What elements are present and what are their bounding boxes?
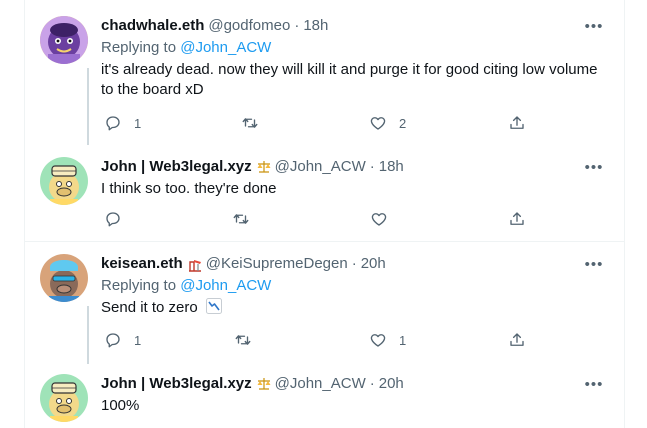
- separator-dot: ·: [369, 375, 375, 392]
- share-icon: [510, 333, 524, 346]
- retweet-icon: [233, 214, 249, 224]
- reply-button[interactable]: 1: [104, 114, 141, 132]
- timeline-right-border: [624, 0, 625, 428]
- avatar[interactable]: [40, 157, 88, 205]
- timestamp[interactable]: 20h: [361, 254, 386, 274]
- tweet-text: it's already dead. now they will kill it…: [101, 60, 604, 100]
- tweet-text-line: it's already dead. now they will kill it…: [101, 61, 598, 78]
- like-count: 2: [399, 115, 407, 131]
- display-name[interactable]: John | Web3legal.xyz: [101, 374, 252, 394]
- display-name[interactable]: chadwhale.eth: [101, 16, 204, 36]
- avatar[interactable]: [40, 254, 88, 302]
- timestamp[interactable]: 20h: [379, 374, 404, 394]
- chart-decreasing-icon: [205, 298, 222, 314]
- reply-count: 1: [134, 115, 142, 131]
- separator-dot: ·: [369, 158, 375, 175]
- separator-dot: ·: [351, 255, 357, 272]
- balance-scale-icon: [257, 161, 271, 173]
- retweet-button[interactable]: [232, 210, 262, 228]
- reply-count: 1: [134, 332, 142, 348]
- oil-pump-icon: [188, 260, 201, 272]
- display-name[interactable]: John | Web3legal.xyz: [101, 157, 252, 177]
- tweet-4[interactable]: John | Web3legal.xyz @John_ACW · 20h •••…: [24, 364, 624, 428]
- more-options-icon[interactable]: •••: [584, 254, 604, 274]
- replying-to: Replying to @John_ACW: [101, 38, 604, 58]
- tweet-actions: 1 2: [24, 114, 624, 134]
- more-options-icon[interactable]: •••: [584, 157, 604, 177]
- avatar[interactable]: [40, 16, 88, 64]
- tweet-header: keisean.eth @KeiSupremeDegen · 20h: [101, 254, 604, 274]
- tweet-text: Send it to zero: [101, 298, 604, 318]
- tweet-actions: [24, 210, 624, 230]
- tweet-3[interactable]: keisean.eth @KeiSupremeDegen · 20h ••• R…: [24, 242, 624, 364]
- tweet-actions: 1 1: [24, 331, 624, 351]
- retweet-button[interactable]: [234, 331, 264, 349]
- tweet-header: John | Web3legal.xyz @John_ACW · 20h: [101, 374, 604, 394]
- user-handle[interactable]: @John_ACW: [275, 374, 366, 394]
- cartoon-ape-avatar-icon: [40, 157, 88, 205]
- like-count: 1: [399, 332, 407, 348]
- user-handle[interactable]: @godfomeo: [208, 16, 290, 36]
- user-handle[interactable]: @KeiSupremeDegen: [206, 254, 348, 274]
- heart-icon: [370, 334, 386, 347]
- replying-to-label: Replying to: [101, 39, 181, 56]
- tweet-text-line: to the board xD: [101, 81, 204, 98]
- more-options-icon[interactable]: •••: [584, 374, 604, 394]
- cartoon-ape-avatar-icon: [40, 374, 88, 422]
- timestamp[interactable]: 18h: [303, 16, 328, 36]
- user-handle[interactable]: @John_ACW: [275, 157, 366, 177]
- retweet-button[interactable]: [241, 114, 271, 132]
- tweet-2[interactable]: John | Web3legal.xyz @John_ACW · 18h •••…: [24, 145, 624, 241]
- share-icon: [510, 116, 524, 129]
- more-options-icon[interactable]: •••: [584, 16, 604, 36]
- heart-icon: [371, 213, 387, 226]
- purple-character-avatar-icon: [40, 16, 88, 64]
- retweet-icon: [242, 118, 258, 128]
- share-button[interactable]: [508, 114, 526, 132]
- like-button[interactable]: 1: [369, 331, 406, 349]
- tweet-1[interactable]: chadwhale.eth @godfomeo · 18h ••• Replyi…: [24, 0, 624, 145]
- mention-link[interactable]: @John_ACW: [180, 277, 271, 294]
- reply-icon: [106, 116, 120, 131]
- tweet-header: John | Web3legal.xyz @John_ACW · 18h: [101, 157, 604, 177]
- timestamp[interactable]: 18h: [379, 157, 404, 177]
- share-button[interactable]: [508, 210, 526, 228]
- tweet-header: chadwhale.eth @godfomeo · 18h: [101, 16, 604, 36]
- tweet-text: I think so too. they're done: [101, 179, 604, 199]
- tweet-text-line: I think so too. they're done: [101, 180, 277, 197]
- avatar[interactable]: [40, 374, 88, 422]
- cartoon-ape-avatar-icon: [40, 254, 88, 302]
- reply-icon: [106, 333, 120, 348]
- like-button[interactable]: [370, 210, 400, 228]
- like-button[interactable]: 2: [369, 114, 406, 132]
- reply-icon: [106, 212, 120, 227]
- tweet-text-line: 100%: [101, 397, 140, 414]
- heart-icon: [370, 117, 386, 130]
- display-name[interactable]: keisean.eth: [101, 254, 183, 274]
- balance-scale-icon: [257, 378, 271, 390]
- share-icon: [510, 212, 524, 225]
- share-button[interactable]: [508, 331, 526, 349]
- mention-link[interactable]: @John_ACW: [180, 39, 271, 56]
- tweet-text: 100%: [101, 396, 604, 416]
- reply-button[interactable]: 1: [104, 331, 141, 349]
- retweet-icon: [235, 335, 251, 345]
- replying-to-label: Replying to: [101, 277, 181, 294]
- tweet-text-line: Send it to zero: [101, 299, 198, 316]
- reply-button[interactable]: [104, 210, 134, 228]
- replying-to: Replying to @John_ACW: [101, 276, 604, 296]
- separator-dot: ·: [294, 17, 300, 34]
